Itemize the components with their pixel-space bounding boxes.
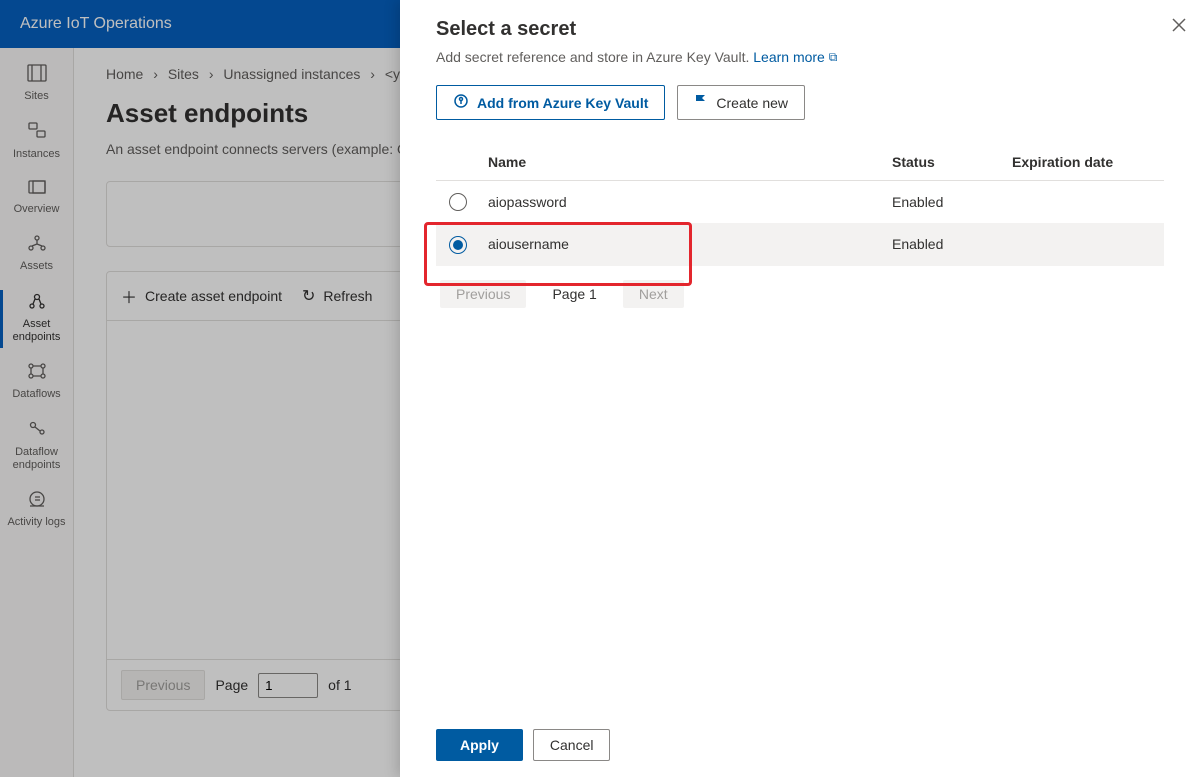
panel-footer: Apply Cancel	[436, 713, 1164, 761]
secret-status: Enabled	[884, 181, 1004, 224]
column-name: Name	[480, 144, 884, 181]
radio-option[interactable]	[449, 193, 467, 211]
secret-status: Enabled	[884, 223, 1004, 265]
apply-button[interactable]: Apply	[436, 729, 523, 761]
panel-next-button[interactable]: Next	[623, 280, 684, 308]
secret-name: aiopassword	[480, 181, 884, 224]
secret-expiration	[1004, 223, 1164, 265]
column-status: Status	[884, 144, 1004, 181]
panel-pager: Previous Page 1 Next	[436, 266, 1164, 322]
add-from-key-vault-label: Add from Azure Key Vault	[477, 95, 648, 111]
learn-more-link[interactable]: Learn more ⧉	[753, 49, 837, 65]
close-icon	[1172, 18, 1186, 32]
panel-previous-button[interactable]: Previous	[440, 280, 526, 308]
table-row[interactable]: aiopassword Enabled	[436, 181, 1164, 224]
external-link-icon: ⧉	[829, 50, 838, 64]
panel-actions: Add from Azure Key Vault Create new	[436, 85, 1164, 120]
panel-page-current: Page 1	[536, 280, 612, 308]
add-from-key-vault-button[interactable]: Add from Azure Key Vault	[436, 85, 665, 120]
close-panel-button[interactable]	[1172, 18, 1186, 37]
panel-title: Select a secret	[436, 18, 1164, 41]
column-expiration: Expiration date	[1004, 144, 1164, 181]
create-new-button[interactable]: Create new	[677, 85, 805, 120]
keyvault-icon	[453, 93, 469, 112]
modal-scrim[interactable]	[0, 0, 400, 777]
panel-description: Add secret reference and store in Azure …	[436, 49, 1164, 65]
panel-description-text: Add secret reference and store in Azure …	[436, 49, 749, 65]
table-row[interactable]: aiousername Enabled	[436, 223, 1164, 265]
secret-name: aiousername	[480, 223, 884, 265]
cancel-button[interactable]: Cancel	[533, 729, 611, 761]
flag-icon	[694, 94, 708, 111]
secret-expiration	[1004, 181, 1164, 224]
secrets-table: Name Status Expiration date aiopassword …	[436, 144, 1164, 266]
column-radio	[436, 144, 480, 181]
create-new-label: Create new	[716, 95, 788, 111]
select-secret-panel: Select a secret Add secret reference and…	[400, 0, 1200, 777]
radio-option-selected[interactable]	[449, 236, 467, 254]
